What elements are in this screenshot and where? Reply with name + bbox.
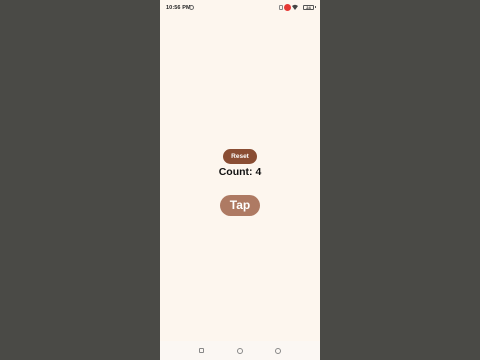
status-time: 10:56 PM — [166, 5, 191, 11]
navigation-bar — [160, 341, 320, 360]
battery-icon: 24 — [303, 5, 314, 10]
home-icon[interactable] — [237, 348, 243, 354]
recents-icon[interactable] — [199, 348, 204, 353]
status-bar: 10:56 PM 24 — [160, 0, 320, 16]
phone-screen: 10:56 PM 24 Reset Count: 4 Tap — [160, 0, 320, 360]
count-label: Count: 4 — [218, 166, 262, 178]
sim-icon — [279, 5, 283, 10]
reset-button[interactable]: Reset — [223, 149, 257, 164]
status-icons: 24 — [276, 4, 316, 12]
sync-icon — [189, 5, 194, 10]
tap-button[interactable]: Tap — [220, 195, 260, 216]
recording-icon — [284, 4, 291, 11]
back-icon[interactable] — [275, 348, 281, 354]
wifi-icon — [292, 4, 298, 10]
battery-tip — [315, 6, 316, 8]
